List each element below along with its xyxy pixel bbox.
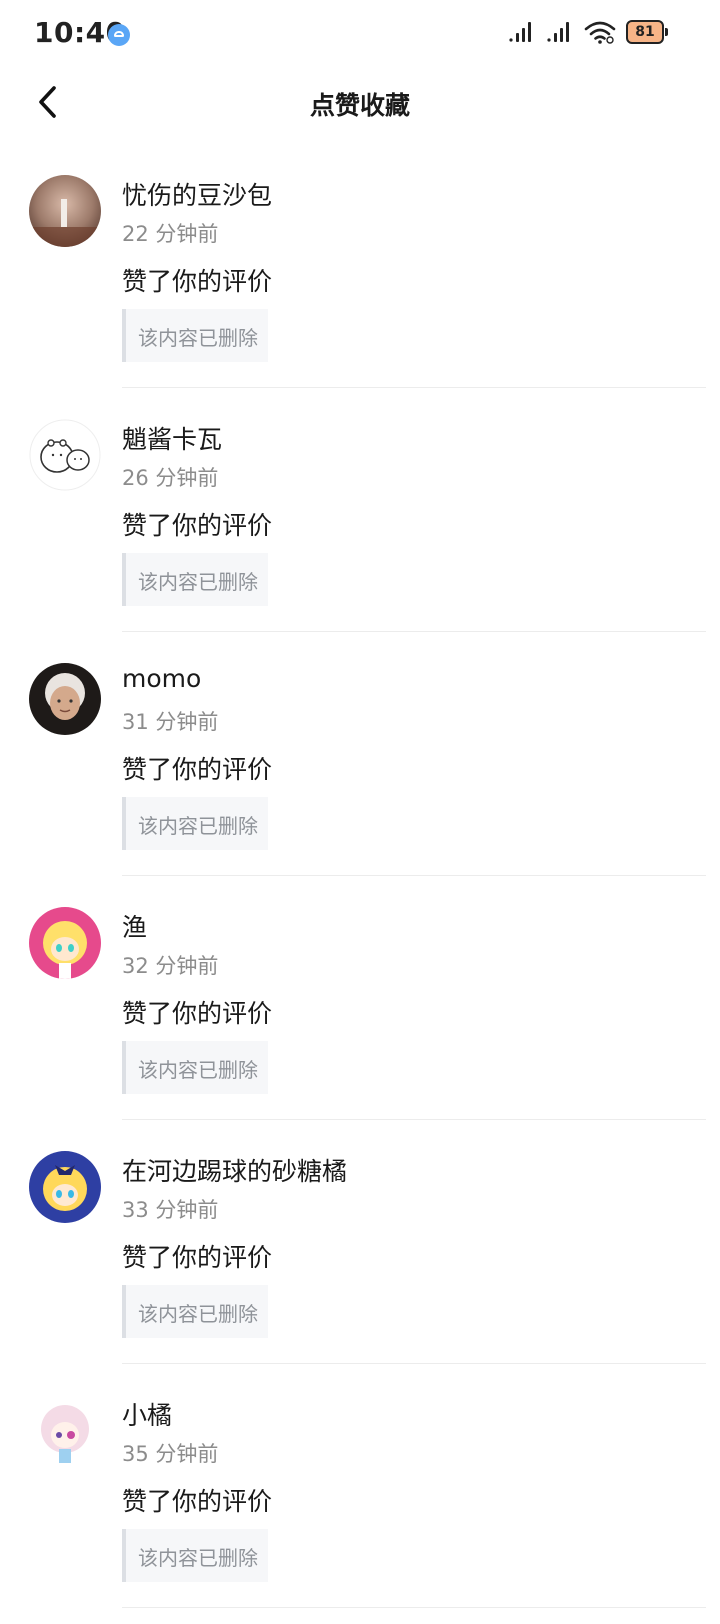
quoted-content-text: 该内容已删除 <box>138 1302 258 1326</box>
user-name[interactable]: 忧伤的豆沙包 <box>122 176 272 212</box>
battery-indicator: 81 <box>626 20 668 44</box>
quoted-content-text: 该内容已删除 <box>138 326 258 350</box>
time-ago: 33 分钟前 <box>122 1198 219 1222</box>
action-text: 赞了你的评价 <box>122 267 273 296</box>
quoted-content[interactable]: 该内容已删除 <box>122 1041 268 1094</box>
notification-item[interactable]: momo 31 分钟前 赞了你的评价 该内容已删除 <box>0 648 720 892</box>
notification-list: 忧伤的豆沙包 22 分钟前 赞了你的评价 该内容已删除 魈酱卡瓦 26 分钟前 … <box>0 160 720 1624</box>
action-text: 赞了你的评价 <box>122 755 273 784</box>
quoted-content-text: 该内容已删除 <box>138 570 258 594</box>
divider <box>122 631 706 632</box>
user-name[interactable]: momo <box>122 664 201 693</box>
time-ago: 31 分钟前 <box>122 710 219 734</box>
user-name[interactable]: 魈酱卡瓦 <box>122 420 222 456</box>
wifi-icon <box>584 20 616 44</box>
quoted-content[interactable]: 该内容已删除 <box>122 1529 268 1582</box>
action-text: 赞了你的评价 <box>122 1487 273 1516</box>
status-indicators: 81 <box>508 20 668 44</box>
quoted-content[interactable]: 该内容已删除 <box>122 309 268 362</box>
action-text: 赞了你的评价 <box>122 999 273 1028</box>
time-ago: 32 分钟前 <box>122 954 219 978</box>
signal-icon <box>546 21 574 43</box>
quoted-content[interactable]: 该内容已删除 <box>122 553 268 606</box>
user-name[interactable]: 渔 <box>122 908 147 944</box>
avatar[interactable] <box>29 907 101 979</box>
avatar[interactable] <box>29 419 101 491</box>
notification-item[interactable]: 忧伤的豆沙包 22 分钟前 赞了你的评价 该内容已删除 <box>0 160 720 404</box>
quoted-content[interactable]: 该内容已删除 <box>122 1285 268 1338</box>
user-name[interactable]: 小橘 <box>122 1396 172 1432</box>
avatar[interactable] <box>29 1151 101 1223</box>
page-title: 点赞收藏 <box>309 91 410 120</box>
nav-bar: 点赞收藏 <box>0 68 720 138</box>
notification-item[interactable]: 在河边踢球的砂糖橘 33 分钟前 赞了你的评价 该内容已删除 <box>0 1136 720 1380</box>
divider <box>122 387 706 388</box>
time-ago: 35 分钟前 <box>122 1442 219 1466</box>
divider <box>122 875 706 876</box>
time-ago: 26 分钟前 <box>122 466 219 490</box>
signal-icon <box>508 21 536 43</box>
quoted-content-text: 该内容已删除 <box>138 1546 258 1570</box>
notification-item[interactable]: 小橘 35 分钟前 赞了你的评价 该内容已删除 <box>0 1380 720 1624</box>
divider <box>122 1607 706 1608</box>
notification-item[interactable]: 渔 32 分钟前 赞了你的评价 该内容已删除 <box>0 892 720 1136</box>
quoted-content-text: 该内容已删除 <box>138 814 258 838</box>
divider <box>122 1119 706 1120</box>
notification-icon <box>108 24 130 46</box>
quoted-content-text: 该内容已删除 <box>138 1058 258 1082</box>
notification-item[interactable]: 魈酱卡瓦 26 分钟前 赞了你的评价 该内容已删除 <box>0 404 720 648</box>
action-text: 赞了你的评价 <box>122 1243 273 1272</box>
divider <box>122 1363 706 1364</box>
time-ago: 22 分钟前 <box>122 222 219 246</box>
status-bar: 10:40 81 <box>0 0 720 68</box>
action-text: 赞了你的评价 <box>122 511 273 540</box>
avatar[interactable] <box>29 1395 101 1467</box>
user-name[interactable]: 在河边踢球的砂糖橘 <box>122 1152 347 1188</box>
quoted-content[interactable]: 该内容已删除 <box>122 797 268 850</box>
avatar[interactable] <box>29 663 101 735</box>
avatar[interactable] <box>29 175 101 247</box>
